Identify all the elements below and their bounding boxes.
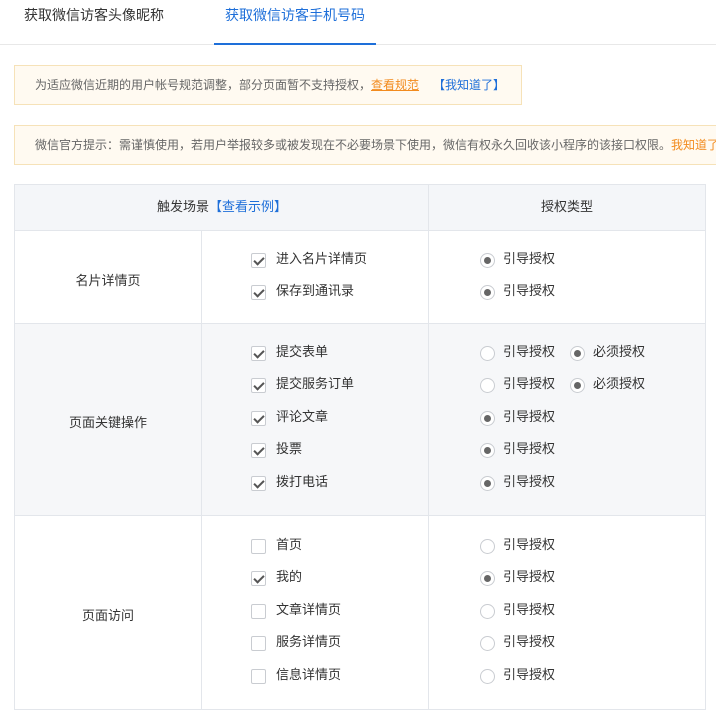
- table-row: 文章详情页 引导授权: [15, 595, 705, 627]
- column-divider: [428, 185, 429, 709]
- header-scene-label: 触发场景: [156, 200, 209, 215]
- guide-auth-radio[interactable]: [480, 346, 495, 361]
- table-row: 服务详情页 引导授权: [15, 627, 705, 659]
- view-rules-link[interactable]: 查看规范: [371, 78, 419, 92]
- table-row: 进入名片详情页 引导授权: [15, 244, 705, 276]
- table-row: 提交服务订单 引导授权 必须授权: [15, 369, 705, 401]
- scene-label: 我的: [276, 570, 303, 586]
- scene-label: 文章详情页: [276, 602, 342, 618]
- required-auth-radio[interactable]: [570, 346, 585, 361]
- guide-auth-label: 引导授权: [503, 252, 556, 267]
- scene-label: 保存到通讯录: [276, 284, 355, 300]
- guide-auth-radio[interactable]: [480, 253, 495, 268]
- guide-auth-label: 引导授权: [503, 635, 556, 651]
- guide-auth-radio[interactable]: [480, 603, 495, 619]
- table-section: 页面关键操作 提交表单 引导授权 必须授权 提交服务订单 引导授权 必须授权 评论文章 引导授权…: [15, 324, 705, 516]
- table-row: 评论文章 引导授权: [15, 402, 705, 434]
- required-auth-radio[interactable]: [570, 378, 585, 394]
- guide-auth-label: 引导授权: [503, 345, 556, 360]
- view-example-link[interactable]: 【查看示例】: [209, 200, 287, 215]
- guide-auth-label: 引导授权: [503, 538, 556, 553]
- header-auth-type: 授权类型: [540, 200, 593, 215]
- scene-checkbox[interactable]: [251, 636, 266, 652]
- guide-auth-radio[interactable]: [480, 636, 495, 652]
- guide-auth-label: 引导授权: [503, 570, 556, 586]
- scene-checkbox[interactable]: [251, 475, 266, 491]
- table-row: 信息详情页 引导授权: [15, 660, 705, 692]
- tab-avatar-nickname[interactable]: 获取微信访客头像昵称: [24, 0, 164, 45]
- guide-auth-label: 引导授权: [503, 602, 556, 618]
- guide-auth-label: 引导授权: [503, 442, 556, 458]
- notice-official-warning: 微信官方提示：需谨慎使用，若用户举报较多或被发现在不必要场景下使用，微信有权永久…: [14, 125, 716, 165]
- scene-label: 信息详情页: [276, 667, 342, 683]
- table-row: 拨打电话 引导授权: [15, 467, 705, 499]
- guide-auth-radio[interactable]: [480, 410, 495, 426]
- scene-checkbox[interactable]: [251, 668, 266, 684]
- notice-account-rules-text: 为适应微信近期的用户帐号规范调整，部分页面暂不支持授权，: [35, 78, 372, 92]
- scene-checkbox[interactable]: [251, 346, 266, 361]
- required-auth-label: 必须授权: [593, 377, 646, 393]
- scene-label: 提交表单: [276, 345, 329, 360]
- table-row: 投票 引导授权: [15, 434, 705, 466]
- scene-label: 首页: [276, 538, 303, 553]
- scene-label: 投票: [276, 442, 303, 458]
- table-row: 提交表单 引导授权 必须授权: [15, 337, 705, 369]
- scene-label: 提交服务订单: [276, 377, 355, 393]
- scene-label: 进入名片详情页: [276, 252, 368, 267]
- table-row: 我的 引导授权: [15, 562, 705, 594]
- header-trigger-scene: 触发场景【查看示例】: [15, 185, 429, 231]
- scene-checkbox[interactable]: [251, 253, 266, 268]
- guide-auth-radio[interactable]: [480, 668, 495, 684]
- required-auth-label: 必须授权: [593, 345, 646, 360]
- guide-auth-radio[interactable]: [480, 443, 495, 459]
- acknowledge-warning-link[interactable]: 我知道了: [671, 138, 716, 152]
- column-divider: [201, 231, 202, 709]
- table-header: 触发场景【查看示例】 授权类型: [15, 185, 705, 231]
- scene-checkbox[interactable]: [251, 285, 266, 301]
- guide-auth-radio[interactable]: [480, 285, 495, 301]
- guide-auth-radio[interactable]: [480, 475, 495, 491]
- scene-label: 服务详情页: [276, 635, 342, 651]
- scene-checkbox[interactable]: [251, 603, 266, 619]
- notice-official-warning-text: 微信官方提示：需谨慎使用，若用户举报较多或被发现在不必要场景下使用，微信有权永久…: [35, 138, 672, 152]
- tab-phone-number[interactable]: 获取微信访客手机号码: [214, 0, 376, 45]
- notice-account-rules: 为适应微信近期的用户帐号规范调整，部分页面暂不支持授权，查看规范 【我知道了】: [14, 65, 522, 105]
- guide-auth-label: 引导授权: [503, 667, 556, 683]
- table-section: 名片详情页 进入名片详情页 引导授权 保存到通讯录 引导授权: [15, 231, 705, 324]
- scene-checkbox[interactable]: [251, 378, 266, 394]
- auth-settings-table: 触发场景【查看示例】 授权类型 名片详情页 进入名片详情页 引导授权 保存到通讯录 引导…: [14, 184, 706, 710]
- guide-auth-label: 引导授权: [503, 474, 556, 490]
- scene-label: 拨打电话: [276, 474, 329, 490]
- guide-auth-label: 引导授权: [503, 409, 556, 425]
- dismiss-notice-link[interactable]: 【我知道了】: [433, 78, 505, 92]
- table-row: 首页 引导授权: [15, 530, 705, 562]
- scene-checkbox[interactable]: [251, 571, 266, 587]
- guide-auth-label: 引导授权: [503, 284, 556, 300]
- scene-label: 评论文章: [276, 409, 329, 425]
- scene-checkbox[interactable]: [251, 443, 266, 459]
- scene-checkbox[interactable]: [251, 539, 266, 554]
- table-row: 保存到通讯录 引导授权: [15, 276, 705, 308]
- guide-auth-radio[interactable]: [480, 571, 495, 587]
- guide-auth-radio[interactable]: [480, 539, 495, 554]
- guide-auth-radio[interactable]: [480, 378, 495, 394]
- tab-bar: 获取微信访客头像昵称 获取微信访客手机号码: [0, 0, 716, 45]
- table-section: 页面访问 首页 引导授权 我的 引导授权 文章详情页 引导授权 服务详情页 引导授权 信息详情页引…: [15, 516, 705, 709]
- guide-auth-label: 引导授权: [503, 377, 556, 393]
- scene-checkbox[interactable]: [251, 410, 266, 426]
